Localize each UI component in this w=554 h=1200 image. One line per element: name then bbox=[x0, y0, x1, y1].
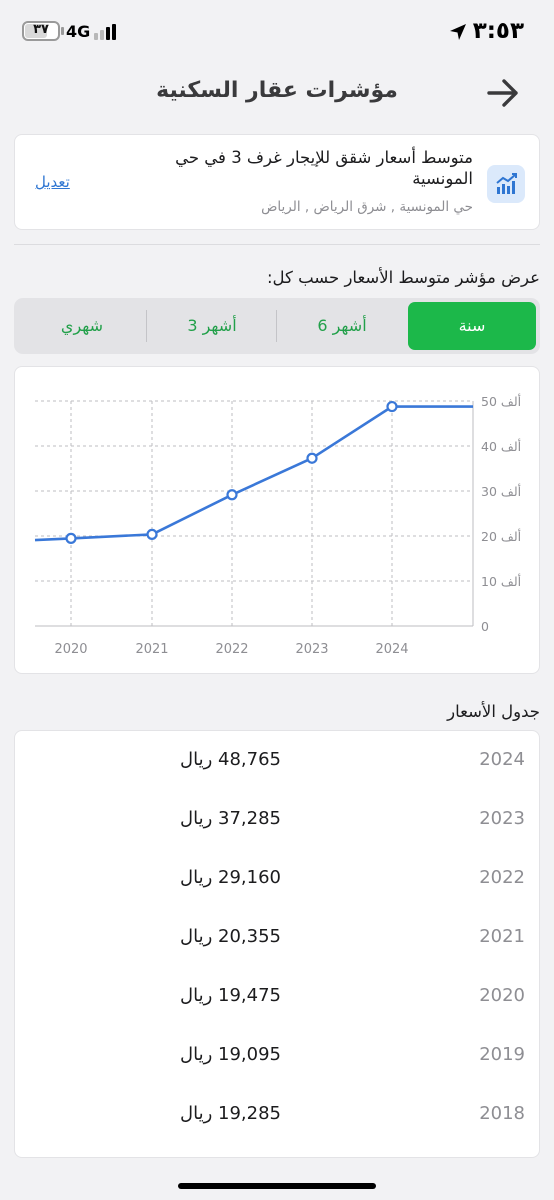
battery-icon: ٣٧ bbox=[22, 21, 60, 41]
table-row: 2020 19,475 ريال bbox=[15, 969, 539, 1027]
battery-tip bbox=[61, 27, 64, 35]
table-row: 2022 29,160 ريال bbox=[15, 851, 539, 909]
price-table: 2024 48,765 ريال 2023 37,285 ريال 2022 29,160… bbox=[14, 730, 540, 1158]
row-price: 29,160 ريال bbox=[180, 867, 281, 888]
row-year: 2018 bbox=[479, 1103, 525, 1124]
divider bbox=[14, 244, 540, 245]
row-year: 2022 bbox=[479, 867, 525, 888]
x-tick-label: 2023 bbox=[295, 642, 328, 657]
summary-location: حي المونسية , شرق الرياض , الرياض bbox=[261, 199, 473, 215]
segment-monthly[interactable]: شهري bbox=[18, 302, 146, 350]
chart-svg: 0 10 ألف 20 ألف 30 ألف 40 ألف 50 ألف 2020 2021 2… bbox=[34, 393, 521, 657]
row-year: 2024 bbox=[479, 749, 525, 770]
segment-3-months[interactable]: 3 أشهر bbox=[148, 302, 276, 350]
row-year: 2023 bbox=[479, 808, 525, 829]
network-type: 4G bbox=[66, 22, 91, 41]
x-tick-label: 2022 bbox=[215, 642, 248, 657]
signal-icon bbox=[94, 24, 120, 40]
y-tick-label: 0 bbox=[481, 619, 489, 634]
table-row: 2023 37,285 ريال bbox=[15, 792, 539, 850]
segment-6-months[interactable]: 6 أشهر bbox=[278, 302, 406, 350]
data-point bbox=[386, 400, 398, 413]
period-label: عرض مؤشر متوسط الأسعار حسب كل: bbox=[266, 268, 540, 287]
chart-icon bbox=[487, 165, 525, 203]
x-tick-label: 2020 bbox=[54, 642, 87, 657]
table-row: 2019 19,095 ريال bbox=[15, 1028, 539, 1086]
row-price: 20,355 ريال bbox=[180, 926, 281, 947]
data-point bbox=[306, 452, 318, 464]
y-tick-label: 20 ألف bbox=[481, 528, 521, 544]
data-point bbox=[226, 489, 238, 501]
nav-bar: مؤشرات عقار السكنية bbox=[0, 64, 554, 124]
row-price: 19,285 ريال bbox=[180, 1103, 281, 1124]
price-chart: 0 10 ألف 20 ألف 30 ألف 40 ألف 50 ألف 2020 2021 2… bbox=[14, 366, 540, 674]
table-row: 2024 48,765 ريال bbox=[15, 733, 539, 791]
battery-level: ٣٧ bbox=[33, 22, 49, 37]
table-row: 2018 19,285 ريال bbox=[15, 1087, 539, 1145]
row-price: 19,095 ريال bbox=[180, 1044, 281, 1065]
summary-card: متوسط أسعار شقق للإيجار غرف 3 في حي المو… bbox=[14, 134, 540, 230]
status-time: ٣:٥٣ bbox=[472, 18, 524, 44]
period-segmented-control: سنة 6 أشهر 3 أشهر شهري bbox=[14, 298, 540, 354]
table-title: جدول الأسعار bbox=[447, 702, 540, 721]
row-price: 48,765 ريال bbox=[180, 749, 281, 770]
row-price: 37,285 ريال bbox=[180, 808, 281, 829]
location-arrow-icon bbox=[450, 24, 466, 40]
status-bar: ٣:٥٣ ٣٧ 4G bbox=[0, 0, 554, 64]
y-tick-label: 10 ألف bbox=[481, 573, 521, 589]
x-tick-label: 2024 bbox=[375, 642, 408, 657]
back-arrow-icon[interactable] bbox=[486, 78, 520, 108]
y-tick-label: 40 ألف bbox=[481, 438, 521, 454]
summary-title: متوسط أسعار شقق للإيجار غرف 3 في حي المو… bbox=[175, 148, 473, 188]
row-year: 2020 bbox=[479, 985, 525, 1006]
row-year: 2019 bbox=[479, 1044, 525, 1065]
table-row: 2021 20,355 ريال bbox=[15, 910, 539, 968]
data-point bbox=[65, 532, 77, 544]
data-point bbox=[146, 528, 158, 541]
segment-year[interactable]: سنة bbox=[408, 302, 536, 350]
page-title: مؤشرات عقار السكنية bbox=[156, 78, 398, 103]
row-year: 2021 bbox=[479, 926, 525, 947]
edit-link[interactable]: تعديل bbox=[35, 173, 70, 191]
row-price: 19,475 ريال bbox=[180, 985, 281, 1006]
y-tick-label: 30 ألف bbox=[481, 483, 521, 499]
y-tick-label: 50 ألف bbox=[481, 393, 521, 409]
home-indicator bbox=[178, 1183, 376, 1189]
series-line bbox=[34, 405, 473, 542]
x-tick-label: 2021 bbox=[135, 642, 168, 657]
